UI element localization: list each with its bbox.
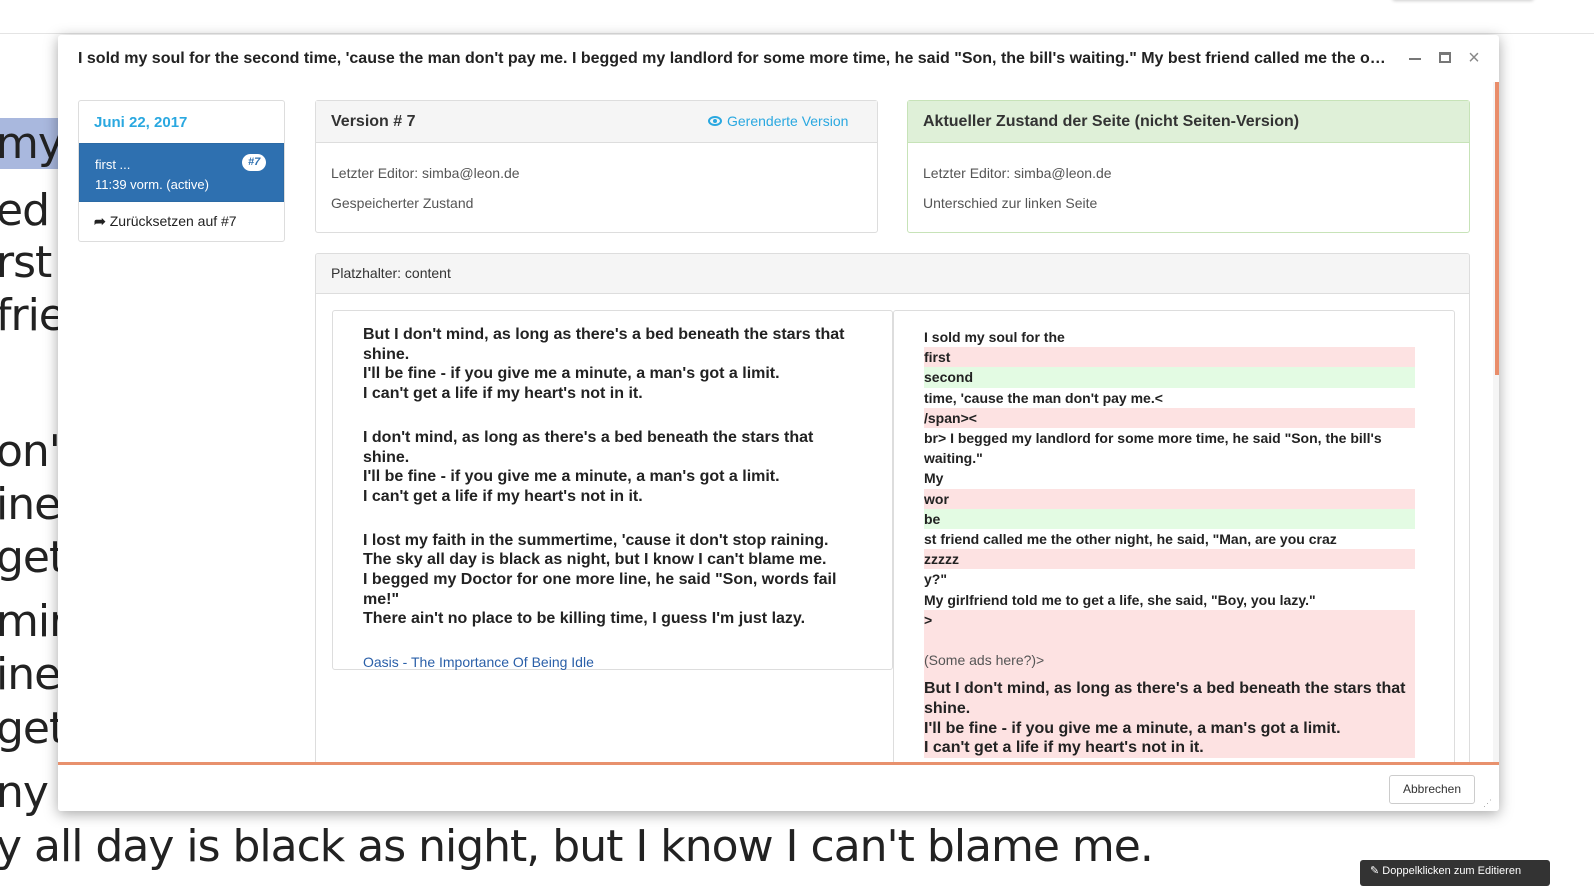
diff-line-removed: I can't get a life if my heart's not in … (924, 738, 1415, 759)
background-line: rst (0, 236, 52, 289)
eye-icon (708, 116, 722, 126)
edit-hint-label: Doppelklicken zum Editieren (1382, 865, 1522, 877)
background-line: get (0, 531, 66, 584)
lyrics-line: I begged my Doctor for one more line, he… (363, 571, 837, 608)
version-panel-body: Letzter Editor: simba@leon.de Gespeicher… (316, 143, 877, 233)
diff-line: st friend called me the other night, he … (924, 531, 1337, 548)
diff-line: I sold my soul for the (924, 329, 1065, 345)
modal-header: I sold my soul for the second time, 'cau… (58, 35, 1499, 82)
timeline-date: Juni 22, 2017 (94, 114, 188, 131)
diff-line-removed: wor (924, 488, 1415, 509)
background-line: ine (0, 648, 61, 701)
lyrics-line: There ain't no place to be killing time,… (363, 610, 806, 628)
current-state-title: Aktueller Zustand der Seite (nicht Seite… (923, 113, 1300, 130)
version-badge: #7 (242, 154, 267, 171)
timeline-entry-active[interactable]: first ... 11:39 vorm. (active) #7 (79, 143, 284, 202)
background-line: y all day is black as night, but I know … (0, 820, 1154, 873)
background-line-text: ine (0, 479, 61, 530)
diff-line: My girlfriend told me to get a life, she… (924, 591, 1316, 608)
lyrics-line: I can't get a life if my heart's not in … (363, 385, 643, 403)
rendered-version-link[interactable]: Gerenderte Version (708, 113, 848, 129)
lyrics-line: I can't get a life if my heart's not in … (363, 487, 643, 505)
diff-line-removed: (Some ads here?)> (924, 650, 1415, 671)
diff-line-removed: first (924, 347, 1415, 368)
diff-line-removed: I'll be fine - if you give me a minute, … (924, 718, 1415, 739)
background-line: frie (0, 289, 66, 342)
lyrics-line: I don't mind, as long as there's a bed b… (363, 428, 814, 466)
version-panel-title: Version # 7 (331, 113, 416, 130)
current-state: Unterschied zur linken Seite (923, 195, 1098, 211)
close-icon[interactable]: × (1464, 48, 1484, 68)
cancel-button[interactable]: Abbrechen (1389, 775, 1475, 804)
diff-line-removed: /span>< (924, 407, 1415, 429)
background-line-text: rst (0, 237, 52, 288)
minimize-icon[interactable] (1405, 48, 1425, 68)
current-state-panel: Aktueller Zustand der Seite (nicht Seite… (907, 100, 1470, 233)
background-line-text: mir (0, 596, 67, 647)
revert-button[interactable]: ➦ Zurücksetzen auf #7 (79, 202, 284, 240)
revert-label: Zurücksetzen auf #7 (109, 213, 237, 229)
diff-line-removed: zzzzz (924, 549, 1415, 570)
lyrics-line: The sky all day is black as night, but I… (363, 551, 827, 569)
diff-content: I sold my soul for the first second time, '… (893, 310, 1455, 792)
diff-line: time, 'cause the man don't pay me.< (924, 389, 1163, 406)
background-line-text: ine (0, 649, 61, 700)
current-state-body: Letzter Editor: simba@leon.de Unterschie… (908, 143, 1469, 233)
diff-line-removed (924, 670, 1415, 680)
lyrics-line: I lost my faith in the summertime, 'caus… (363, 531, 829, 549)
current-editor: Letzter Editor: simba@leon.de (923, 165, 1112, 181)
diff-line: y?" (924, 571, 947, 588)
lyrics-line: I'll be fine - if you give me a minute, … (363, 468, 780, 486)
current-state-header: Aktueller Zustand der Seite (nicht Seite… (908, 101, 1469, 143)
diff-line-added: be (924, 508, 1415, 530)
background-line: mir (0, 595, 67, 648)
diff-line-removed: > (924, 609, 1415, 631)
background-line-text: y all day is black as night, but I know … (0, 821, 1154, 872)
modal-footer: Abbrechen ⋰ (58, 765, 1499, 811)
lyrics-paragraph: I don't mind, as long as there's a bed b… (363, 428, 862, 507)
diff-line-removed (924, 630, 1415, 651)
modal-title: I sold my soul for the second time, 'cau… (78, 50, 1388, 67)
modal-scrollbar-thumb[interactable] (1495, 82, 1499, 375)
background-line: get (0, 702, 66, 755)
placeholder-panel: Platzhalter: content But I don't mind, a… (315, 253, 1470, 793)
background-line-text: get (0, 532, 66, 583)
version-timeline: Juni 22, 2017 first ... 11:39 vorm. (act… (78, 100, 285, 242)
maximize-icon[interactable] (1435, 48, 1455, 68)
background-line-text: get (0, 703, 66, 754)
placeholder-title: Platzhalter: content (331, 265, 451, 281)
version-panel-header: Version # 7 Gerenderte Version (316, 101, 877, 143)
edit-hint-badge[interactable]: ✎ Doppelklicken zum Editieren (1360, 860, 1550, 886)
timeline-entry-time: 11:39 vorm. (active) (95, 177, 209, 192)
song-link[interactable]: Oasis - The Importance Of Being Idle (363, 653, 862, 673)
background-topbar (0, 0, 1594, 34)
version-content-preview: But I don't mind, as long as there's a b… (332, 310, 893, 670)
share-arrow-icon: ➦ (94, 213, 106, 229)
diff-line: My (924, 470, 944, 487)
version-state: Gespeicherter Zustand (331, 195, 474, 211)
version-panel: Version # 7 Gerenderte Version Letzter E… (315, 100, 878, 233)
background-line: ine (0, 478, 61, 531)
background-line-text: frie (0, 290, 66, 341)
diff-line-added: second (924, 367, 1415, 388)
lyrics-paragraph: But I don't mind, as long as there's a b… (363, 325, 862, 404)
diff-line: br> I begged my landlord for some more t… (924, 430, 1382, 467)
placeholder-header: Platzhalter: content (316, 254, 1469, 294)
diff-line-removed: But I don't mind, as long as there's a b… (924, 679, 1415, 719)
version-editor: Letzter Editor: simba@leon.de (331, 165, 520, 181)
lyrics-line: But I don't mind, as long as there's a b… (363, 326, 845, 363)
version-history-modal: I sold my soul for the second time, 'cau… (58, 35, 1499, 811)
lyrics-paragraph: I lost my faith in the summertime, 'caus… (363, 531, 862, 630)
lyrics-line: I'll be fine - if you give me a minute, … (363, 365, 780, 383)
rendered-version-label: Gerenderte Version (727, 113, 849, 129)
resize-grip-icon[interactable]: ⋰ (1483, 797, 1495, 809)
